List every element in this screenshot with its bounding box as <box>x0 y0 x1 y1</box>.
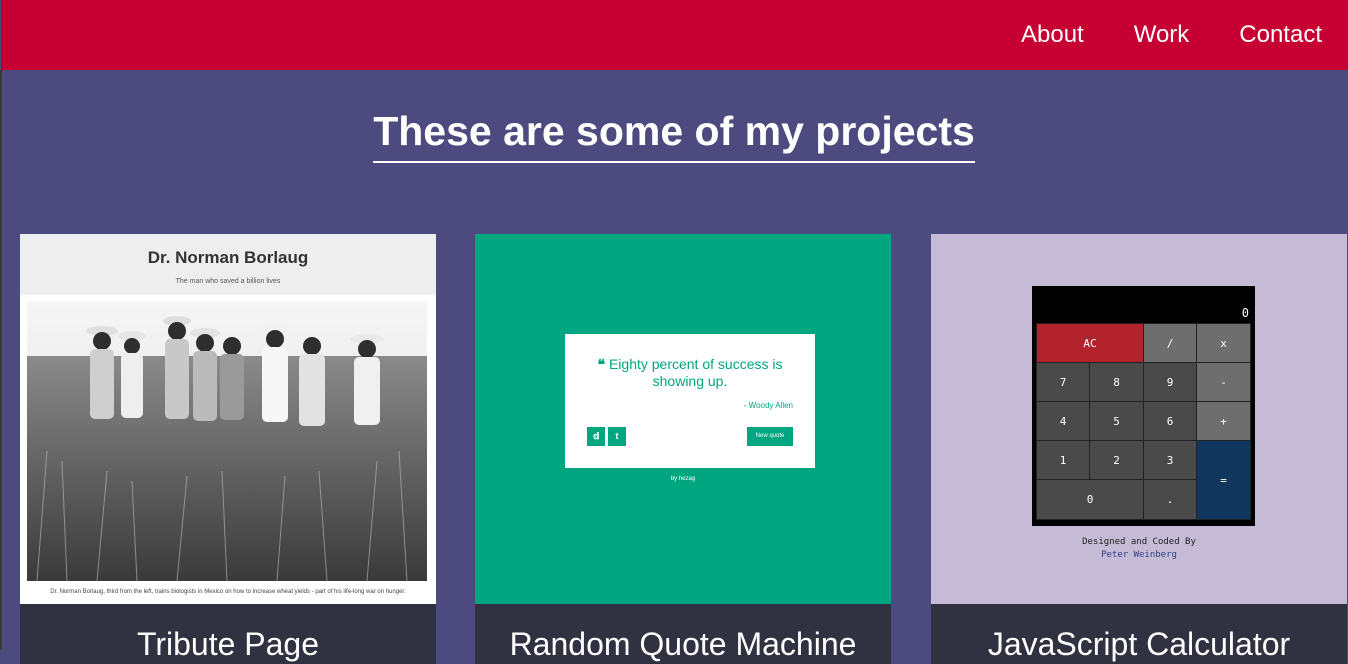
calc-key-5: 5 <box>1089 401 1144 441</box>
projects-heading: These are some of my projects <box>373 107 975 163</box>
calc-key-8: 8 <box>1089 362 1144 402</box>
tribute-photo <box>27 301 427 581</box>
tribute-subtitle: The man who saved a billion lives <box>175 278 281 285</box>
top-navbar: About Work Contact <box>1 0 1348 70</box>
project-card-calculator[interactable]: 0 AC / x 7 8 9 - 4 5 6 + 1 2 3 = 0 . Des… <box>931 234 1347 664</box>
nav-link-contact[interactable]: Contact <box>1239 21 1322 49</box>
calc-key-multiply: x <box>1196 323 1251 363</box>
tribute-photo-caption: Dr. Norman Borlaug, third from the left,… <box>50 589 406 595</box>
quote-text: Eighty percent of success is showing up. <box>608 356 783 389</box>
nav-link-about[interactable]: About <box>1021 21 1084 49</box>
twitter-icon: 𝕕 <box>587 427 605 446</box>
calculator-credit-line: Designed and Coded By <box>1082 537 1196 547</box>
projects-heading-wrap: These are some of my projects <box>0 107 1348 163</box>
project-thumbnail: Dr. Norman Borlaug The man who saved a b… <box>20 234 436 604</box>
calculator-credit-name: Peter Weinberg <box>1101 550 1177 560</box>
new-quote-button: New quote <box>747 427 793 446</box>
calc-key-1: 1 <box>1036 440 1090 480</box>
project-card-tribute[interactable]: Dr. Norman Borlaug The man who saved a b… <box>20 234 436 664</box>
project-caption-calculator: JavaScript Calculator <box>931 604 1347 664</box>
nav-link-work[interactable]: Work <box>1134 21 1190 49</box>
project-thumbnail: ❝ Eighty percent of success is showing u… <box>475 234 891 604</box>
calc-key-0: 0 <box>1036 479 1144 520</box>
calc-key-equals: = <box>1196 440 1251 520</box>
calc-key-6: 6 <box>1143 401 1197 441</box>
project-caption-tribute: Tribute Page <box>20 604 436 664</box>
nav-links: About Work Contact <box>1021 0 1348 70</box>
quote-box: ❝ Eighty percent of success is showing u… <box>565 334 815 468</box>
project-caption-quote-machine: Random Quote Machine <box>475 604 891 664</box>
calculator-preview: 0 AC / x 7 8 9 - 4 5 6 + 1 2 3 = 0 . <box>1032 286 1255 526</box>
calc-key-3: 3 <box>1143 440 1197 480</box>
quote-mark-icon: ❝ <box>597 356 609 372</box>
calc-key-4: 4 <box>1036 401 1090 441</box>
project-thumbnail: 0 AC / x 7 8 9 - 4 5 6 + 1 2 3 = 0 . Des… <box>931 234 1347 604</box>
calc-key-minus: - <box>1196 362 1251 402</box>
calc-key-7: 7 <box>1036 362 1090 402</box>
calculator-display: 0 <box>1241 306 1249 320</box>
calc-key-divide: / <box>1143 323 1197 363</box>
quote-author: - Woody Allen <box>743 401 793 410</box>
tumblr-icon: t <box>608 427 626 446</box>
quote-byline: by hezag <box>670 476 696 482</box>
calc-key-2: 2 <box>1089 440 1144 480</box>
calc-key-decimal: . <box>1143 479 1197 520</box>
calc-key-9: 9 <box>1143 362 1197 402</box>
tribute-title: Dr. Norman Borlaug <box>147 248 309 267</box>
tribute-header: Dr. Norman Borlaug The man who saved a b… <box>20 234 436 295</box>
calculator-credit: Designed and Coded By Peter Weinberg <box>931 536 1347 562</box>
calc-key-ac: AC <box>1036 323 1144 363</box>
project-card-quote-machine[interactable]: ❝ Eighty percent of success is showing u… <box>475 234 891 664</box>
calc-key-plus: + <box>1196 401 1251 441</box>
